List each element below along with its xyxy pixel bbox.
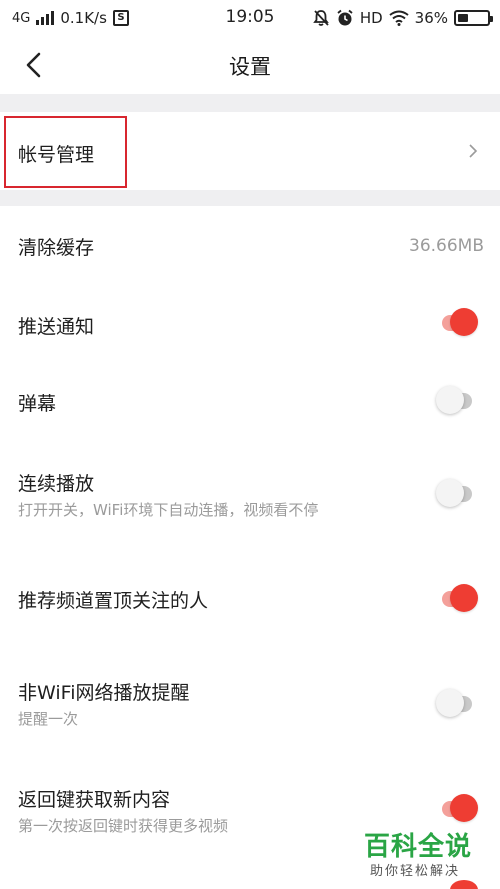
section-divider [0,94,500,112]
hd-label: HD [359,9,383,27]
section-divider [0,190,500,206]
highlight-annotation [4,116,127,188]
clear-cache-label: 清除缓存 [18,237,95,259]
back-refresh-toggle[interactable] [436,794,478,822]
danmaku-label: 弹幕 [18,393,57,415]
status-bar: 4G 0.1K/s S 19:05 HD 36% [0,0,500,36]
page-title: 设置 [229,55,271,79]
back-refresh-label: 返回键获取新内容 [18,789,171,811]
cache-size-value: 36.66MB [409,236,484,256]
back-refresh-description: 第一次按返回键时获得更多视频 [18,817,229,835]
danmaku-toggle[interactable] [436,386,478,414]
autoplay-row: 连续播放 打开开关，WiFi环境下自动连播，视频看不停 [0,440,500,558]
header: 设置 [0,36,500,94]
pin-followed-row: 推荐频道置顶关注的人 [0,558,500,638]
mute-bell-icon [313,10,329,26]
chevron-right-icon [466,144,480,158]
non-wifi-reminder-description: 提醒一次 [18,710,79,728]
push-notification-label: 推送通知 [18,316,95,338]
danmaku-row: 弹幕 [0,362,500,440]
push-notification-row: 推送通知 [0,284,500,362]
clear-cache-row[interactable]: 清除缓存 36.66MB [0,206,500,284]
non-wifi-reminder-label: 非WiFi网络播放提醒 [18,682,190,704]
push-notification-toggle[interactable] [436,308,478,336]
battery-icon [454,10,493,26]
wifi-icon [389,10,409,26]
watermark-logo: 百科全说 助你轻松解决 [364,826,486,882]
autoplay-toggle[interactable] [436,479,478,507]
non-wifi-reminder-row: 非WiFi网络播放提醒 提醒一次 [0,638,500,748]
pin-followed-label: 推荐频道置顶关注的人 [18,590,209,612]
autoplay-description: 打开开关，WiFi环境下自动连播，视频看不停 [18,501,319,519]
pin-followed-toggle[interactable] [436,584,478,612]
status-right: HD 36% [312,7,493,29]
non-wifi-reminder-toggle[interactable] [436,689,478,717]
watermark-subtitle: 助你轻松解决 [370,864,461,879]
autoplay-label: 连续播放 [18,473,95,495]
alarm-icon [337,9,353,26]
watermark-title: 百科全说 [364,832,473,862]
battery-percent: 36% [414,9,448,27]
